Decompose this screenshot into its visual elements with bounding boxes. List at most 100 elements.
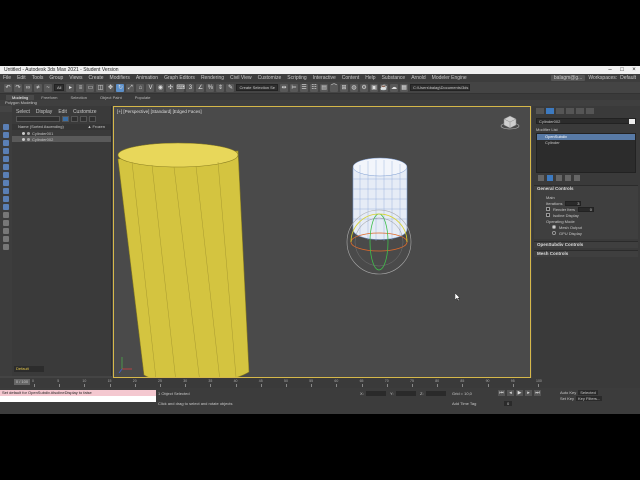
display-tab-icon[interactable] (576, 108, 584, 114)
coord-y-field[interactable] (395, 391, 416, 396)
key-filters-button[interactable]: Key Filters... (576, 396, 603, 401)
display-containers-icon[interactable] (3, 204, 9, 210)
scene-menu-customize[interactable]: Customize (73, 109, 97, 115)
configure-sets-icon[interactable] (574, 175, 580, 181)
ribbon-polygon-modeling[interactable]: Polygon Modeling (5, 100, 37, 105)
play-icon[interactable]: ▶ (516, 390, 523, 396)
go-to-start-icon[interactable]: ⏮ (498, 390, 505, 396)
menu-modifiers[interactable]: Modifiers (107, 75, 133, 81)
utilities-tab-icon[interactable] (586, 108, 594, 114)
auto-key-button[interactable]: Auto Key (560, 390, 576, 395)
add-time-tag[interactable]: Add Time Tag (452, 401, 476, 406)
make-unique-icon[interactable] (556, 175, 562, 181)
current-frame-field[interactable]: 0 (504, 401, 513, 406)
manipulate-icon[interactable]: ✣ (166, 83, 175, 92)
hierarchy-tab-icon[interactable] (556, 108, 564, 114)
display-lights-icon[interactable] (3, 148, 9, 154)
modifier-list-dropdown[interactable]: Modifier List (532, 126, 640, 133)
menu-customize[interactable]: Customize (255, 75, 285, 81)
visibility-icon[interactable] (22, 137, 25, 141)
rectangle-selection-icon[interactable]: ▭ (86, 83, 95, 92)
rendered-frame-icon[interactable]: ▣ (370, 83, 379, 92)
menu-edit[interactable]: Edit (14, 75, 29, 81)
time-slider[interactable]: 0 / 100 (14, 379, 30, 385)
object-name-field[interactable]: Cylinder002 (536, 118, 636, 124)
motion-tab-icon[interactable] (566, 108, 574, 114)
coord-z-field[interactable] (425, 391, 446, 396)
sign-in-button[interactable]: balagm@g... (550, 75, 586, 81)
invert-display-icon[interactable] (3, 220, 9, 226)
scene-row-cylinder002[interactable]: Cylinder002 (12, 136, 111, 142)
angle-snap-icon[interactable]: ∠ (196, 83, 205, 92)
menu-help[interactable]: Help (362, 75, 378, 81)
create-tab-icon[interactable] (536, 108, 544, 114)
material-editor-icon[interactable]: ◍ (350, 83, 359, 92)
show-end-result-icon[interactable] (547, 175, 553, 181)
display-all-icon[interactable] (3, 212, 9, 218)
previous-frame-icon[interactable]: ◂ (507, 390, 514, 396)
layer-select[interactable]: Default (14, 366, 44, 372)
menu-modeler-engine[interactable]: Modeler Engine (429, 75, 470, 81)
toggle-scene-explorer-icon[interactable]: ☰ (300, 83, 309, 92)
menu-animation[interactable]: Animation (133, 75, 161, 81)
render-cloud-icon[interactable]: ☁ (390, 83, 399, 92)
display-xrefs-icon[interactable] (3, 188, 9, 194)
gpu-display-radio[interactable] (552, 231, 556, 235)
scene-menu-select[interactable]: Select (16, 109, 30, 115)
workspaces-select[interactable]: Default (620, 75, 636, 81)
bind-spacewarp-icon[interactable]: ~ (44, 83, 52, 92)
close-icon[interactable]: × (628, 67, 640, 73)
filter-extra-icon[interactable] (3, 244, 9, 250)
display-cameras-icon[interactable] (3, 156, 9, 162)
lock-icon[interactable] (71, 116, 78, 122)
menu-arnold[interactable]: Arnold (408, 75, 428, 81)
find-field[interactable] (16, 116, 60, 122)
render-iters-checkbox[interactable] (546, 207, 550, 211)
select-move-icon[interactable]: ✥ (106, 83, 115, 92)
menu-interactive[interactable]: Interactive (310, 75, 339, 81)
ribbon-tab-freeform[interactable]: Freeform (35, 95, 63, 100)
modify-tab-icon[interactable] (546, 108, 554, 114)
display-helpers-icon[interactable] (3, 164, 9, 170)
named-selection-set-select[interactable]: Create Selection Se (236, 84, 279, 91)
hierarchy-icon[interactable] (80, 116, 87, 122)
curve-editor-icon[interactable]: ⌒ (330, 83, 339, 92)
menu-views[interactable]: Views (66, 75, 85, 81)
menu-civil-view[interactable]: Civil View (227, 75, 255, 81)
mesh-output-radio[interactable] (552, 225, 556, 229)
coord-x-field[interactable] (365, 391, 386, 396)
viewcube-icon[interactable] (500, 113, 520, 131)
display-groups-icon[interactable] (3, 180, 9, 186)
menu-rendering[interactable]: Rendering (198, 75, 227, 81)
modifier-stack-item-cylinder[interactable]: Cylinder (537, 140, 635, 146)
set-key-button[interactable]: Set Key (560, 396, 574, 401)
object-color-swatch[interactable] (629, 119, 635, 124)
column-name-header[interactable]: Name (Sorted Ascending) (18, 124, 64, 130)
display-shapes-icon[interactable] (3, 140, 9, 146)
align-icon[interactable]: ⊨ (290, 83, 299, 92)
render-production-icon[interactable]: ☕ (380, 83, 389, 92)
column-frozen-header[interactable]: ▲ Frozen (87, 124, 105, 130)
menu-content[interactable]: Content (339, 75, 363, 81)
ribbon-tab-selection[interactable]: Selection (64, 95, 92, 100)
remove-modifier-icon[interactable] (565, 175, 571, 181)
select-dependents-icon[interactable] (3, 236, 9, 242)
go-to-end-icon[interactable]: ⏭ (534, 390, 541, 396)
pivot-center-icon[interactable]: ◉ (156, 83, 165, 92)
display-spacewarps-icon[interactable] (3, 172, 9, 178)
selection-filter-select[interactable]: All (54, 84, 65, 91)
display-bones-icon[interactable] (3, 196, 9, 202)
menu-tools[interactable]: Tools (29, 75, 47, 81)
toggle-ribbon-icon[interactable]: ▤ (320, 83, 329, 92)
redo-icon[interactable]: ↷ (14, 83, 22, 92)
isoline-checkbox[interactable] (546, 213, 550, 217)
options-icon[interactable] (89, 116, 96, 122)
select-object-icon[interactable]: ▸ (66, 83, 75, 92)
snaps-toggle-icon[interactable]: 3 (186, 83, 195, 92)
ribbon-tab-object-paint[interactable]: Object Paint (94, 95, 128, 100)
cylinder001-mesh[interactable] (117, 142, 250, 378)
mesh-controls-title[interactable]: Mesh Controls (534, 251, 638, 257)
select-scale-icon[interactable]: ⤢ (126, 83, 135, 92)
iterations-spinner[interactable]: 3 (565, 200, 582, 206)
undo-icon[interactable]: ↶ (4, 83, 12, 92)
